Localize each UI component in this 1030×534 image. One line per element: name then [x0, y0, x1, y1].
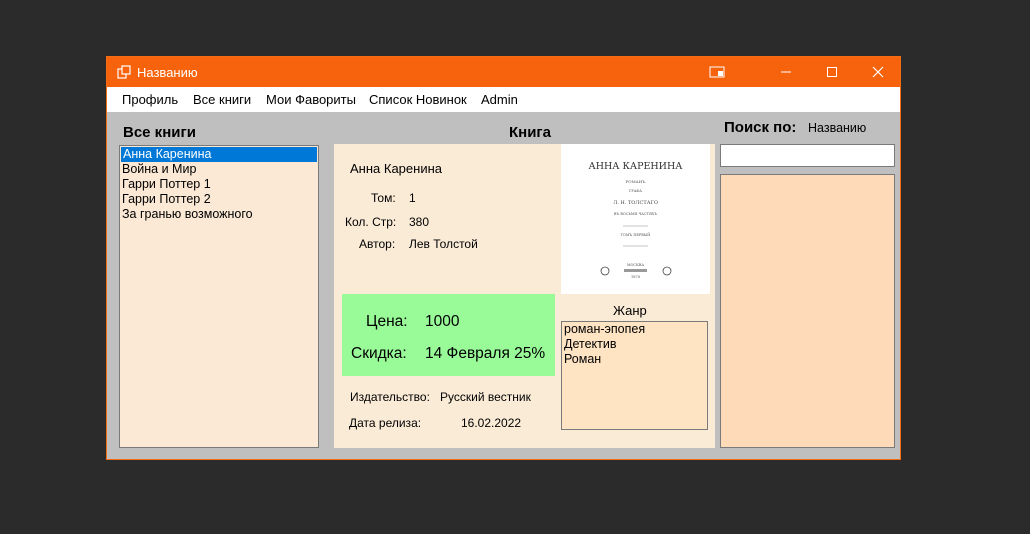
title-bar[interactable]: Названию	[107, 57, 900, 87]
maximize-button[interactable]	[809, 57, 855, 87]
genre-listbox[interactable]: роман-эпопея Детектив Роман	[561, 321, 708, 430]
cover-line: МОСКВА	[627, 263, 644, 267]
menu-item-favorites[interactable]: Мои Фавориты	[266, 92, 356, 107]
book-cover-image: АННА КАРЕНИНА РОМАНЪ ГРАФА Л. Н. ТОЛСТАГ…	[561, 144, 710, 294]
menu-item-profile[interactable]: Профиль	[122, 92, 178, 107]
author-label: Автор:	[359, 237, 396, 251]
book-section-title: Книга	[509, 124, 552, 141]
cover-title: АННА КАРЕНИНА	[589, 161, 684, 172]
volume-value: 1	[409, 191, 416, 205]
books-listbox[interactable]: Анна Каренина Война и Мир Гарри Поттер 1…	[119, 145, 319, 448]
cover-line: ВЪ ВОСЬМИ ЧАСТЯХЪ	[614, 212, 657, 216]
price-box: Цена: 1000 Скидка: 14 Февраля 25%	[342, 294, 555, 376]
pages-value: 380	[409, 215, 430, 229]
menu-item-all-books[interactable]: Все книги	[193, 92, 251, 107]
search-label: Поиск по:	[724, 119, 797, 136]
app-window: Названию Профиль Все книги Мои Фавориты …	[106, 56, 901, 460]
cover-line: РОМАНЪ	[626, 179, 647, 184]
list-item[interactable]: роман-эпопея	[562, 322, 707, 337]
price-value: 1000	[425, 313, 460, 330]
book-details-panel: Анна Каренина Том: 1 Кол. Стр: 380 Автор…	[334, 144, 715, 448]
menu-item-new-list[interactable]: Список Новинок	[369, 92, 467, 107]
list-item[interactable]: Гарри Поттер 2	[120, 192, 318, 207]
menu-item-admin[interactable]: Admin	[481, 92, 518, 107]
cover-line: ГРАФА	[629, 189, 642, 193]
volume-label: Том:	[371, 191, 396, 205]
app-icon	[117, 65, 131, 79]
list-item[interactable]: Анна Каренина	[121, 147, 317, 162]
menu-bar: Профиль Все книги Мои Фавориты Список Но…	[107, 87, 900, 112]
cover-line: ТОМЪ ПЕРВЫЙ	[621, 232, 651, 237]
book-name: Анна Каренина	[350, 161, 442, 176]
list-item[interactable]: Война и Мир	[120, 162, 318, 177]
search-mode[interactable]: Названию	[808, 121, 866, 135]
minimize-button[interactable]	[763, 57, 809, 87]
search-results-list[interactable]	[720, 174, 895, 448]
window-title: Названию	[137, 65, 198, 80]
publisher-label: Издательство:	[350, 390, 430, 404]
genre-label: Жанр	[613, 303, 647, 318]
search-input[interactable]	[720, 144, 895, 167]
list-item[interactable]: Гарри Поттер 1	[120, 177, 318, 192]
publisher-value: Русский вестник	[440, 390, 531, 404]
price-label: Цена:	[366, 313, 408, 330]
close-button[interactable]	[855, 57, 901, 87]
list-item[interactable]: Детектив	[562, 337, 707, 352]
release-date-label: Дата релиза:	[349, 416, 422, 430]
discount-label: Скидка:	[351, 345, 407, 362]
all-books-title: Все книги	[123, 124, 196, 141]
list-item[interactable]: Роман	[562, 352, 707, 367]
release-date-value: 16.02.2022	[461, 416, 522, 430]
snap-icon[interactable]	[694, 57, 740, 87]
cover-line: 1878	[631, 275, 640, 279]
pages-label: Кол. Стр:	[345, 215, 397, 229]
discount-value: 14 Февраля 25%	[425, 345, 546, 362]
author-value: Лев Толстой	[409, 237, 478, 251]
cover-line: Л. Н. ТОЛСТАГО	[613, 200, 658, 206]
list-item[interactable]: За гранью возможного	[120, 207, 318, 222]
